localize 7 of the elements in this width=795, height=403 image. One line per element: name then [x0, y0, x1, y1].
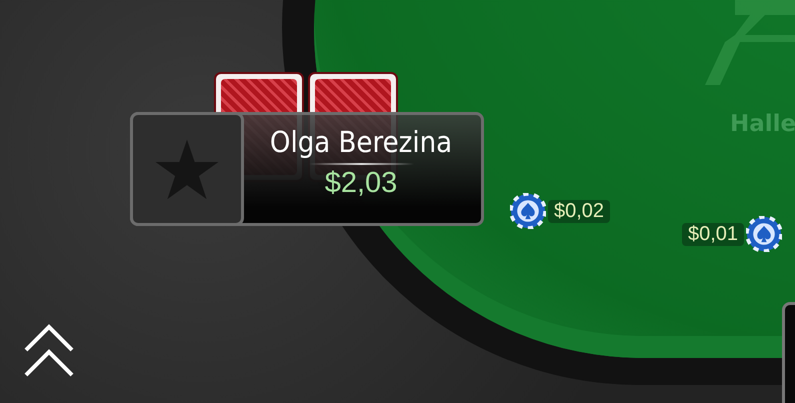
bet-amount: $0,01	[682, 222, 744, 246]
logo-icon	[705, 0, 795, 85]
chip-icon	[746, 216, 782, 252]
bet-amount: $0,02	[548, 200, 610, 222]
player-stack: $2,03	[324, 167, 398, 200]
chip-icon	[510, 193, 546, 229]
player-name: Olga Berezina	[270, 125, 452, 159]
